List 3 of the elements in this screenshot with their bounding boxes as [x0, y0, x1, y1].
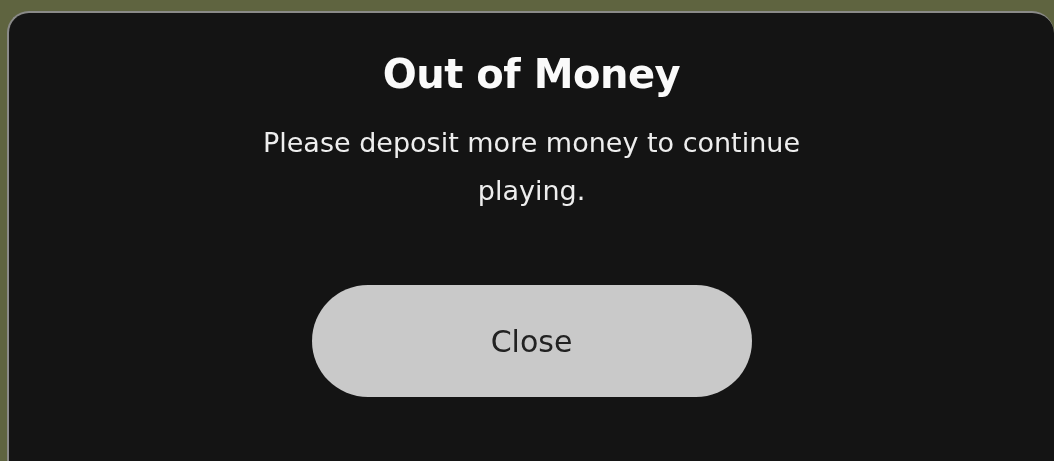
close-button[interactable]: Close [311, 285, 752, 397]
dialog-title: Out of Money [382, 51, 681, 97]
dialog-message: Please deposit more money to continue playing. [261, 126, 802, 208]
